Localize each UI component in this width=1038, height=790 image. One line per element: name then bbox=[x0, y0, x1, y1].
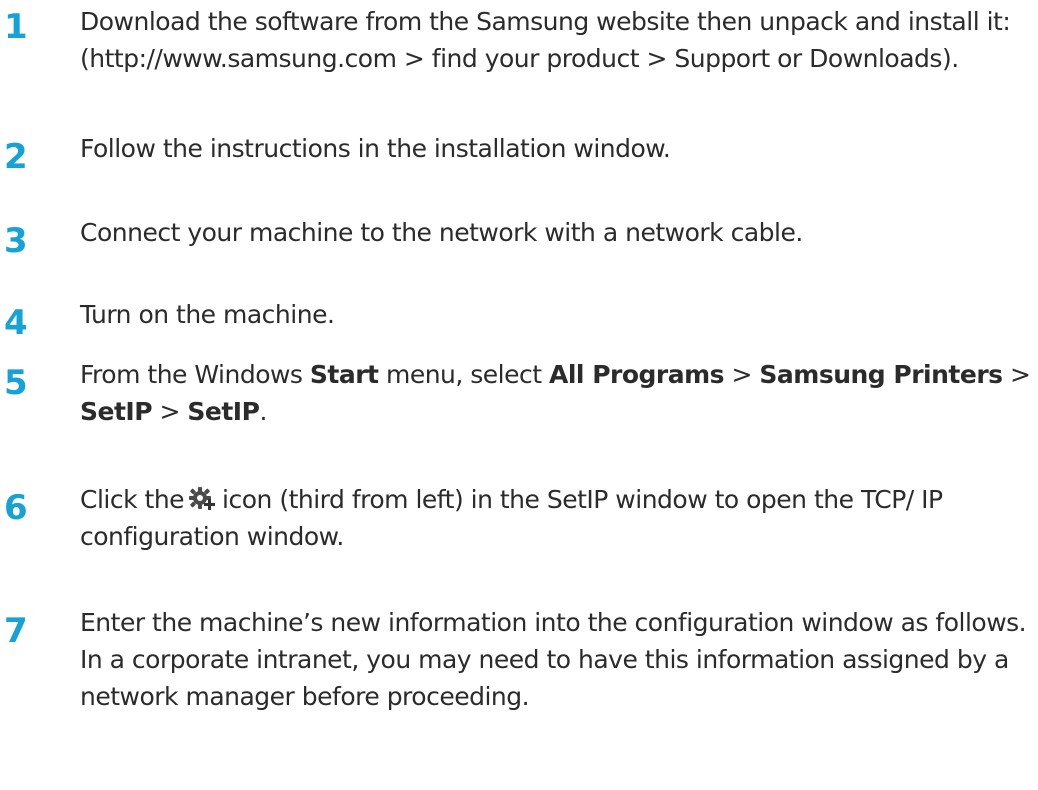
text-segment: From the Windows bbox=[80, 360, 310, 389]
step-text: Click the icon (third from left) in the bbox=[80, 481, 1038, 555]
step-number: 6 bbox=[4, 488, 28, 528]
text-segment: . bbox=[259, 397, 267, 426]
step-text: Enter the machine’s new information into… bbox=[80, 608, 1027, 711]
text-segment: Click the bbox=[80, 485, 185, 514]
step-number: 2 bbox=[4, 137, 28, 177]
step-number: 4 bbox=[4, 303, 28, 343]
menu-name-setip: SetIP bbox=[187, 397, 260, 426]
text-segment: menu, select bbox=[378, 360, 550, 389]
step-number: 3 bbox=[4, 221, 28, 261]
path-separator: > bbox=[724, 360, 760, 389]
menu-name-start: Start bbox=[309, 360, 379, 389]
menu-name-samsung-printers: Samsung Printers bbox=[759, 360, 1003, 389]
step-number: 7 bbox=[4, 611, 28, 651]
menu-name-setip: SetIP bbox=[80, 397, 153, 426]
step-text: Follow the instructions in the installat… bbox=[80, 134, 671, 163]
step-number: 1 bbox=[4, 7, 28, 47]
gear-plus-icon bbox=[189, 487, 216, 510]
menu-name-all-programs: All Programs bbox=[549, 360, 725, 389]
step-number: 5 bbox=[4, 363, 28, 403]
step-text: Connect your machine to the network with… bbox=[80, 218, 803, 247]
step-text: From the Windows Start menu, select All … bbox=[80, 356, 1038, 430]
step-text: Turn on the machine. bbox=[80, 300, 335, 329]
path-separator: > bbox=[152, 397, 188, 426]
path-separator: > bbox=[1002, 360, 1031, 389]
step-text: Download the software from the Samsung w… bbox=[80, 7, 1011, 73]
